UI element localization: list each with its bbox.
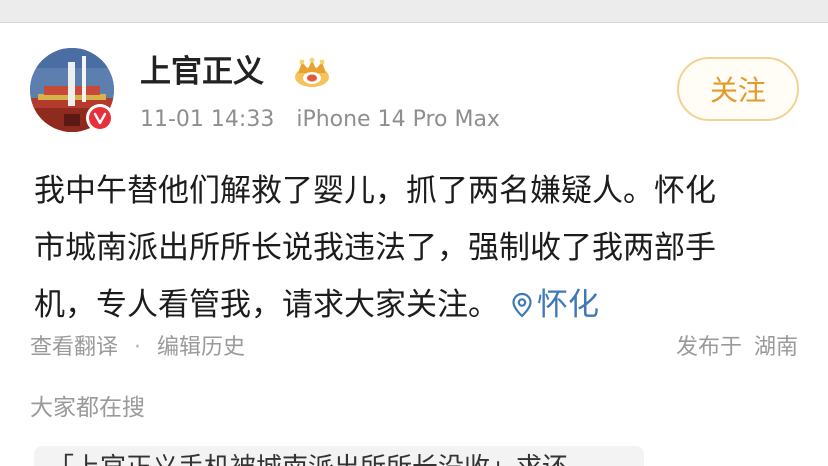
trending-search-title: 大家都在搜 bbox=[30, 395, 145, 421]
timestamp: 11-01 14:33 bbox=[140, 107, 275, 132]
divider bbox=[0, 22, 828, 23]
location-label: 怀化 bbox=[537, 287, 599, 323]
publish-prefix: 发布于 bbox=[675, 335, 742, 360]
location-link[interactable]: 怀化 bbox=[511, 287, 599, 323]
follow-button[interactable]: 关注 bbox=[677, 57, 799, 121]
verified-badge bbox=[86, 104, 114, 132]
separator: · bbox=[134, 335, 142, 360]
publish-place: 湖南 bbox=[753, 335, 798, 360]
post-actions: 查看翻译 · 编辑历史 bbox=[30, 332, 245, 364]
top-bar bbox=[0, 0, 828, 22]
location-pin-icon bbox=[512, 292, 532, 318]
device-label: iPhone 14 Pro Max bbox=[296, 107, 500, 132]
trending-search-text: 「上官正义手机被城南派出所所长没收」求还 bbox=[48, 452, 568, 466]
post-text-line: 市城南派出所所长说我违法了，强制收了我两部手 bbox=[34, 230, 716, 266]
verified-v-badge-icon bbox=[89, 107, 111, 129]
post-text: 机，专人看管我，请求大家关注。 bbox=[34, 287, 499, 323]
post-content: 我中午替他们解救了婴儿，抓了两名嫌疑人。怀化 市城南派出所所长说我违法了，强制收… bbox=[34, 163, 814, 334]
post-text-line: 我中午替他们解救了婴儿，抓了两名嫌疑人。怀化 bbox=[34, 173, 716, 209]
trending-search-item[interactable]: 「上官正义手机被城南派出所所长没收」求还 bbox=[34, 446, 644, 466]
username[interactable]: 上官正义 bbox=[140, 53, 264, 91]
post-text-line-last: 机，专人看管我，请求大家关注。 怀化 bbox=[34, 277, 814, 334]
publish-location: 发布于 湖南 bbox=[676, 332, 798, 364]
post-meta: 11-01 14:33 iPhone 14 Pro Max bbox=[140, 104, 500, 136]
edit-history-link[interactable]: 编辑历史 bbox=[157, 335, 245, 360]
translate-link[interactable]: 查看翻译 bbox=[30, 335, 118, 360]
gold-member-crown-icon bbox=[293, 57, 331, 89]
